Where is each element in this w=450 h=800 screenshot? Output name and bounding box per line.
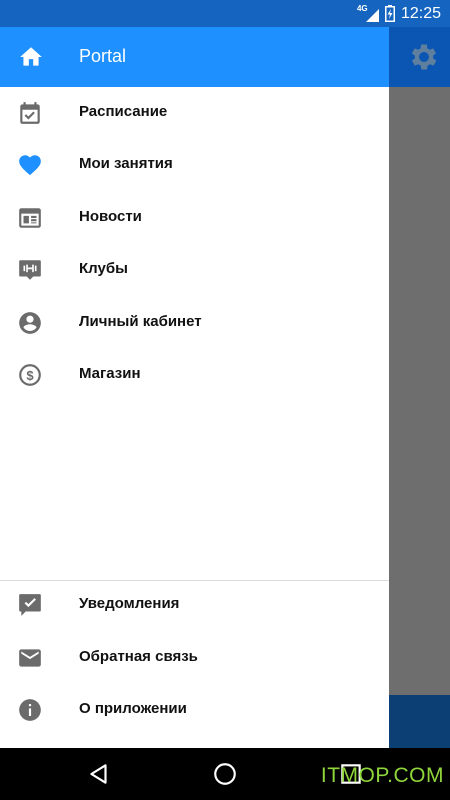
battery-charging-icon bbox=[384, 5, 395, 22]
back-icon[interactable] bbox=[86, 761, 112, 787]
menu-item-label: Клубы bbox=[79, 260, 128, 277]
drawer-header[interactable]: Portal bbox=[0, 27, 389, 87]
newspaper-icon bbox=[19, 208, 41, 228]
status-bar: 4G 12:25 bbox=[0, 0, 450, 27]
menu-item-clubs[interactable]: Клубы bbox=[0, 244, 389, 296]
menu-item-label: Личный кабинет bbox=[79, 313, 202, 330]
notification-check-icon bbox=[19, 594, 41, 616]
menu-item-schedule[interactable]: Расписание bbox=[0, 87, 389, 139]
system-nav-bar: ITMOP.COM bbox=[0, 748, 450, 800]
menu-item-label: Расписание bbox=[79, 103, 168, 120]
svg-text:$: $ bbox=[26, 368, 34, 383]
calendar-check-icon bbox=[20, 102, 40, 124]
watermark: ITMOP.COM bbox=[320, 764, 444, 787]
drawer-scrim[interactable] bbox=[389, 87, 450, 695]
menu-item-my-classes[interactable]: Мои занятия bbox=[0, 139, 389, 191]
status-icons: 4G 12:25 bbox=[357, 0, 441, 27]
menu-item-about[interactable]: О приложении bbox=[0, 684, 389, 736]
menu-item-label: Обратная связь bbox=[79, 648, 198, 665]
dollar-circle-icon: $ bbox=[19, 364, 41, 386]
menu-item-notifications[interactable]: Уведомления bbox=[0, 579, 389, 631]
home-icon bbox=[20, 47, 42, 66]
drawer-title: Portal bbox=[79, 46, 127, 66]
heart-icon bbox=[19, 155, 41, 176]
menu-item-label: Магазин bbox=[79, 365, 141, 382]
clock: 12:25 bbox=[400, 4, 441, 22]
mail-icon bbox=[19, 649, 41, 667]
menu-item-label: О приложении bbox=[79, 700, 187, 717]
navigation-drawer: Portal Расписание Мои занятия Новости Кл… bbox=[0, 27, 389, 748]
account-circle-icon bbox=[19, 312, 41, 334]
home-circle-icon[interactable] bbox=[212, 761, 238, 787]
fitness-club-icon bbox=[19, 260, 41, 280]
menu-item-label: Уведомления bbox=[79, 595, 180, 612]
menu-item-shop[interactable]: $ Магазин bbox=[0, 349, 389, 401]
info-icon bbox=[19, 699, 41, 721]
menu-item-label: Мои занятия bbox=[79, 155, 173, 172]
menu-item-account[interactable]: Личный кабинет bbox=[0, 297, 389, 349]
menu-item-news[interactable]: Новости bbox=[0, 192, 389, 244]
menu-item-feedback[interactable]: Обратная связь bbox=[0, 632, 389, 684]
signal-icon: 4G bbox=[357, 4, 379, 23]
gear-icon[interactable] bbox=[407, 40, 441, 74]
menu-item-label: Новости bbox=[79, 208, 142, 225]
background-bottom-bar bbox=[389, 695, 450, 748]
